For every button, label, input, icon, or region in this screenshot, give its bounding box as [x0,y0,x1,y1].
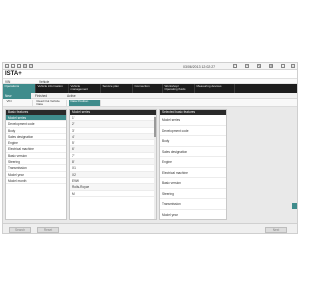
ista-window: ⌂ ‹ › ≡ ▭ 03/06/2013 12:02:27 ▢ ? ✎ ⚙ ▫ … [2,62,298,234]
crumb-data-position[interactable]: Data Position [69,100,101,106]
print-icon[interactable]: ▭ [29,64,33,68]
datetime-display: 03/06/2013 12:02:27 [183,64,216,69]
tab-measuring-devices[interactable]: Measuring devices [195,84,235,93]
crumb-vin[interactable]: VIN [5,100,33,106]
list-item[interactable]: Model year [160,210,226,220]
list-item[interactable]: Electrical machine [160,168,226,178]
top-toolbar: ⌂ ‹ › ≡ ▭ 03/06/2013 12:02:27 ▢ ? ✎ ⚙ ▫ … [3,63,297,70]
selected-features-panel: Selected basic features Model series Dev… [159,109,227,220]
model-series-panel: Model series 1' 2' 3' 4' 5' 6' 7' 8' X1 … [69,109,157,220]
list-item[interactable]: Development code [160,126,226,136]
window-icon[interactable]: ▫ [281,64,285,68]
list-icon[interactable]: ≡ [23,64,27,68]
tab-vehicle-management[interactable]: Vehicle management [69,84,101,93]
list-item[interactable]: Engine [160,157,226,168]
search-button[interactable]: Search [9,227,31,233]
tab-service-plan[interactable]: Service plan [101,84,133,93]
app-title: ISTA+ [5,71,22,77]
reset-button[interactable]: Reset [37,227,59,233]
title-bar: ISTA+ [3,70,297,79]
settings-icon[interactable]: ⚙ [269,64,273,68]
tab-connection[interactable]: Connection [133,84,163,93]
scrollbar-thumb[interactable] [154,117,156,137]
list-item[interactable]: Body [160,136,226,147]
breadcrumb: VIN Read Out Vehicle Data Data Position [3,99,297,107]
tab-operations[interactable]: Operations [3,84,36,93]
list-item[interactable]: Basic version [160,178,226,189]
wrench-icon[interactable]: ✎ [257,64,261,68]
model-series-scrollbar[interactable] [154,115,156,219]
list-item[interactable]: Steering [160,189,226,199]
list-item[interactable]: Model month [6,178,66,185]
home-icon[interactable]: ⌂ [5,64,9,68]
list-item[interactable]: Transmission [160,199,226,210]
main-nav: Operations Vehicle information Vehicle m… [3,84,297,93]
side-panel-handle[interactable] [292,203,297,209]
list-item[interactable]: M [70,191,156,197]
help-icon[interactable]: ? [245,64,249,68]
next-button[interactable]: Next [265,227,287,233]
close-icon[interactable]: × [291,64,295,68]
list-item[interactable]: Sales designation [160,147,226,157]
bottom-bar: Search Reset Next [3,223,297,233]
crumb-read-out-vehicle-data[interactable]: Read Out Vehicle Data [35,100,67,106]
list-item[interactable]: Model series [160,115,226,126]
tab-vehicle-information[interactable]: Vehicle information [36,84,69,93]
basic-features-panel: Basic features Model series Development … [5,109,67,220]
tab-workshop-operating-fluids[interactable]: Workshop/ Operating fluids [163,84,195,93]
back-icon[interactable]: ‹ [11,64,15,68]
forward-icon[interactable]: › [17,64,21,68]
ticket-icon[interactable]: ▢ [233,64,237,68]
